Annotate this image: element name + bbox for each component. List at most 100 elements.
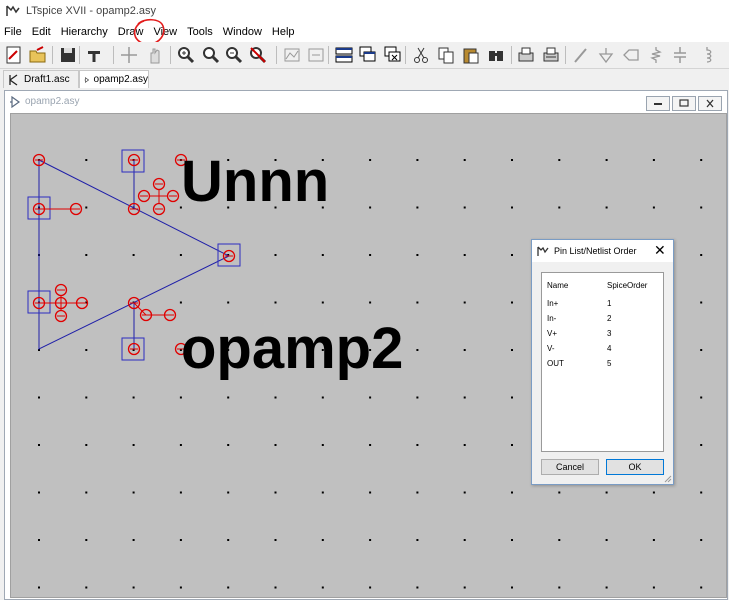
grid-dot [38, 586, 40, 589]
paste-button[interactable] [461, 45, 481, 65]
tab-draft1[interactable]: Draft1.asc [3, 70, 79, 88]
menu-file[interactable]: File [0, 26, 27, 38]
close-button[interactable] [698, 96, 722, 111]
open-button[interactable] [28, 45, 48, 65]
print-icon [518, 47, 534, 62]
grid-dot [511, 444, 513, 446]
menu-edit[interactable]: Edit [27, 26, 56, 38]
instname-label[interactable]: Unnn [181, 152, 329, 212]
pin-order: 2 [607, 314, 612, 323]
drag-hand-icon [150, 48, 160, 64]
pin-row[interactable]: V- 4 [542, 342, 663, 356]
grid-dot [700, 301, 703, 304]
zoom-cancel-button[interactable] [248, 45, 268, 65]
ltspice-logo-icon [537, 246, 549, 256]
grid-dot [652, 539, 655, 541]
grid-dot [369, 159, 372, 161]
autorange-button[interactable] [282, 45, 302, 65]
print-button[interactable] [516, 45, 536, 65]
grid-dot [463, 586, 466, 589]
print-preview-button[interactable] [541, 45, 561, 65]
grid-dot [511, 491, 513, 494]
pin-order: 1 [607, 299, 612, 308]
minimize-button[interactable] [646, 96, 670, 111]
inductor-icon [706, 47, 712, 63]
toolbar-separator [52, 46, 53, 64]
ground-button[interactable] [596, 45, 616, 65]
menu-tools[interactable]: Tools [182, 26, 218, 38]
capacitor-icon [674, 47, 686, 63]
pin-row[interactable]: OUT 5 [542, 357, 663, 371]
grid-dot [369, 301, 372, 304]
pin-row[interactable]: In+ 1 [542, 297, 663, 311]
zoom-pan-button[interactable] [201, 45, 221, 65]
menu-window[interactable]: Window [218, 26, 267, 38]
grid-dot [652, 586, 655, 589]
drag-hand-button[interactable] [145, 45, 165, 65]
menu-hierarchy[interactable]: Hierarchy [56, 26, 113, 38]
dialog-close-icon[interactable]: ✕ [654, 242, 666, 259]
grid-dot [652, 206, 655, 209]
tab-opamp2[interactable]: opamp2.asy [79, 70, 149, 88]
pin-row[interactable]: In- 2 [542, 312, 663, 326]
ground-icon [598, 48, 614, 64]
minimize-icon [654, 103, 662, 105]
resize-grip-icon[interactable] [664, 475, 672, 483]
grid-dot [558, 539, 561, 541]
grid-dot [558, 206, 561, 209]
new-schematic-button[interactable] [4, 45, 24, 65]
grid-dot [274, 396, 277, 399]
column-header-name[interactable]: Name [547, 281, 568, 290]
cancel-button[interactable]: Cancel [541, 459, 599, 475]
close-all-button[interactable] [383, 45, 403, 65]
pin-list-table[interactable]: Name SpiceOrder In+ 1 In- 2 V+ 3 V- 4 OUT 5 [541, 272, 664, 452]
pin-name: In- [547, 314, 557, 323]
grid-dot [321, 444, 324, 446]
grid-dot [652, 491, 655, 494]
cascade-button[interactable] [358, 45, 378, 65]
grid-dot [416, 159, 419, 161]
cut-button[interactable] [411, 45, 431, 65]
pin-row[interactable]: V+ 3 [542, 327, 663, 341]
restore-button[interactable] [672, 96, 696, 111]
save-button[interactable] [58, 45, 78, 65]
zoom-in-button[interactable] [176, 45, 196, 65]
grid-dot [321, 301, 324, 304]
window-title: LTspice XVII - opamp2.asy [26, 5, 157, 17]
inductor-button[interactable] [697, 45, 717, 65]
resistor-button[interactable] [646, 45, 666, 65]
menu-help[interactable]: Help [267, 26, 300, 38]
copy-button[interactable] [436, 45, 456, 65]
move-button[interactable] [119, 45, 139, 65]
capacitor-button[interactable] [670, 45, 690, 65]
grid-dot [38, 539, 40, 541]
fit-to-window-button[interactable] [306, 45, 326, 65]
menu-bar: File Edit Hierarchy Draw View Tools Window Help [0, 22, 729, 42]
grid-dot [274, 586, 277, 589]
zoom-out-button[interactable] [224, 45, 244, 65]
title-bar: LTspice XVII - opamp2.asy [0, 0, 729, 22]
close-icon [706, 99, 714, 108]
grid-dot [416, 206, 419, 209]
pin-list-dialog: Pin List/Netlist Order ✕ Name SpiceOrder… [531, 239, 674, 485]
grid-dot [38, 444, 40, 446]
ok-button[interactable]: OK [606, 459, 664, 475]
grid-dot [85, 444, 88, 446]
copy-icon [438, 47, 454, 64]
grid-dot [558, 159, 561, 161]
control-panel-button[interactable] [85, 45, 105, 65]
draw-wire-button[interactable] [571, 45, 591, 65]
grid-dot [321, 539, 324, 541]
grid-dot [652, 159, 655, 161]
grid-dot [274, 254, 277, 256]
zoom-out-icon [226, 47, 243, 64]
net-label-button[interactable] [621, 45, 641, 65]
symbol-name-label[interactable]: opamp2 [181, 319, 403, 379]
grid-dot [274, 491, 277, 494]
cascade-icon [359, 46, 376, 62]
find-button[interactable] [486, 45, 506, 65]
column-header-order[interactable]: SpiceOrder [607, 281, 647, 290]
grid-dot [321, 491, 324, 494]
tile-horizontal-button[interactable] [334, 45, 354, 65]
grid-dot [369, 396, 372, 399]
